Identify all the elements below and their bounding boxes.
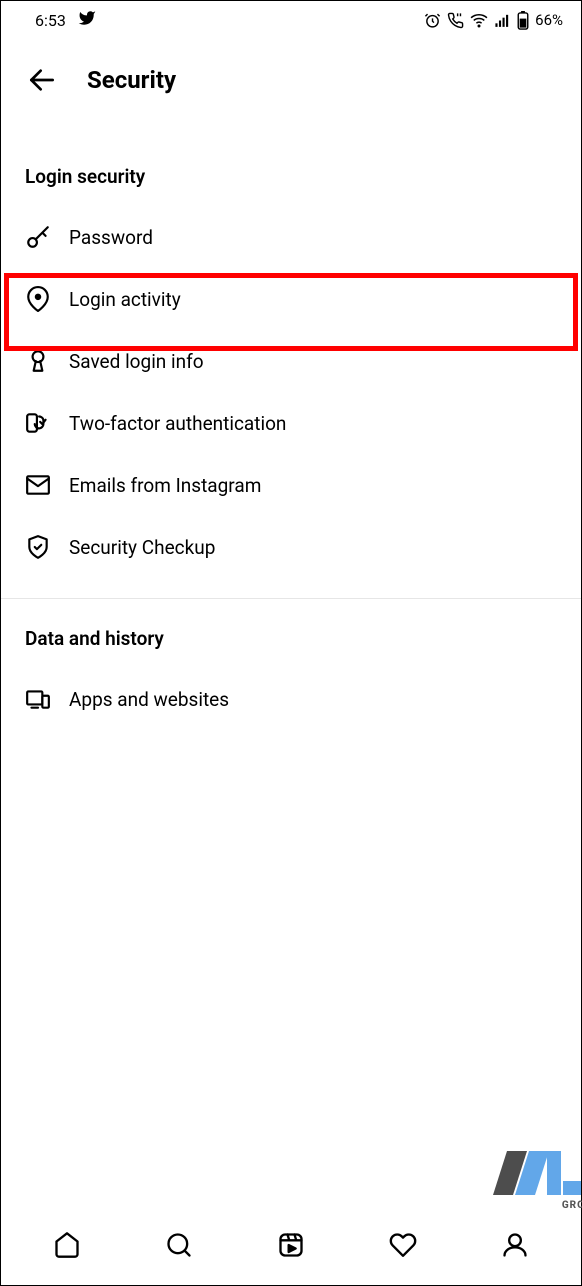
status-time: 6:53 xyxy=(35,11,66,30)
page-title: Security xyxy=(87,66,176,94)
section-login-security: Login security Password Login activity S… xyxy=(1,165,581,578)
item-two-factor[interactable]: Two-factor authentication xyxy=(25,392,557,454)
bottom-nav xyxy=(1,1215,581,1285)
item-label: Login activity xyxy=(69,288,181,311)
key-icon xyxy=(25,224,51,250)
item-security-checkup[interactable]: Security Checkup xyxy=(25,516,557,578)
battery-icon xyxy=(517,11,529,30)
divider xyxy=(1,598,581,599)
item-label: Saved login info xyxy=(69,350,204,373)
shield-check-icon xyxy=(25,534,51,560)
item-login-activity[interactable]: Login activity xyxy=(25,268,557,330)
location-pin-icon xyxy=(25,286,51,312)
nav-search[interactable] xyxy=(164,1230,194,1260)
phone-icon xyxy=(447,12,464,29)
nav-reels[interactable] xyxy=(276,1230,306,1260)
alarm-icon xyxy=(424,12,441,29)
item-saved-login[interactable]: Saved login info xyxy=(25,330,557,392)
twitter-icon xyxy=(78,9,96,31)
mail-icon xyxy=(25,472,51,498)
item-emails[interactable]: Emails from Instagram xyxy=(25,454,557,516)
status-bar: 6:53 66% xyxy=(1,1,581,35)
status-battery: 66% xyxy=(535,11,563,29)
watermark-text: GRO xyxy=(562,1200,582,1211)
nav-home[interactable] xyxy=(52,1230,82,1260)
keyhole-icon xyxy=(25,348,51,374)
devices-icon xyxy=(25,686,51,712)
item-label: Apps and websites xyxy=(69,688,229,711)
signal-icon xyxy=(494,12,511,29)
item-password[interactable]: Password xyxy=(25,206,557,268)
item-apps-websites[interactable]: Apps and websites xyxy=(25,668,557,730)
section-title-data: Data and history xyxy=(25,627,557,650)
back-button[interactable] xyxy=(25,63,59,97)
section-title-login: Login security xyxy=(25,165,557,188)
item-label: Security Checkup xyxy=(69,536,215,559)
item-label: Emails from Instagram xyxy=(69,474,261,497)
wifi-icon xyxy=(470,11,488,29)
item-label: Password xyxy=(69,226,153,249)
item-label: Two-factor authentication xyxy=(69,412,286,435)
two-factor-icon xyxy=(25,410,51,436)
section-data-history: Data and history Apps and websites xyxy=(1,627,581,730)
nav-profile[interactable] xyxy=(500,1230,530,1260)
page-header: Security xyxy=(1,35,581,109)
nav-activity[interactable] xyxy=(388,1230,418,1260)
